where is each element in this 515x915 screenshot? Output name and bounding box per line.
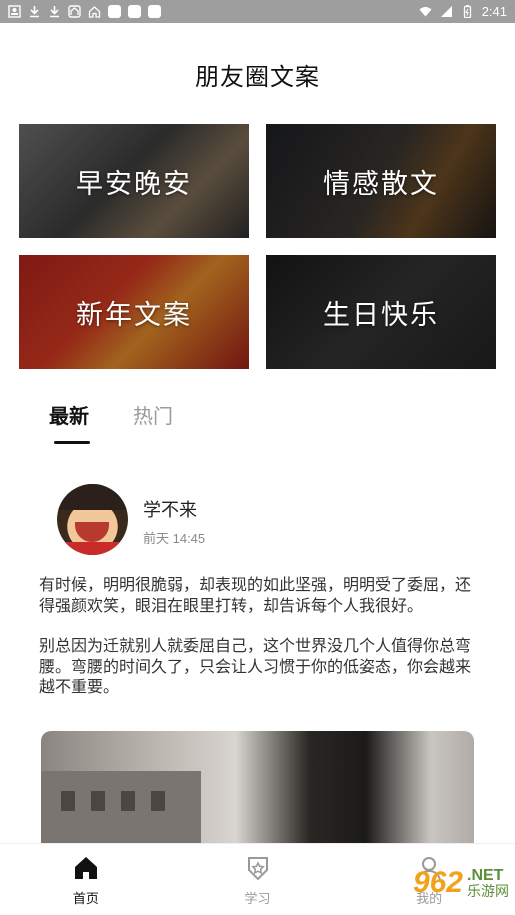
app-icon bbox=[128, 5, 141, 18]
nav-label: 学习 bbox=[244, 892, 271, 907]
watermark-number: 962 bbox=[412, 866, 463, 899]
image-window bbox=[61, 791, 75, 811]
post-body: 有时候，明明很脆弱，却表现的如此坚强，明明受了委屈，还得强颜欢笑，眼泪在眼里打转… bbox=[39, 575, 479, 718]
category-card-emotional-prose[interactable]: 情感散文 bbox=[266, 124, 496, 238]
status-bar: 2:41 bbox=[0, 0, 515, 23]
download-icon bbox=[30, 6, 39, 18]
image-icon bbox=[8, 5, 21, 18]
avatar[interactable] bbox=[57, 484, 128, 555]
status-time: 2:41 bbox=[481, 4, 507, 19]
image-window bbox=[151, 791, 165, 811]
tab-latest[interactable]: 最新 bbox=[49, 400, 89, 429]
watermark-cn: 乐游网 bbox=[467, 883, 509, 899]
category-label: 生日快乐 bbox=[323, 299, 439, 331]
nav-home[interactable]: 首页 bbox=[0, 844, 172, 915]
post-username[interactable]: 学不来 bbox=[143, 496, 197, 522]
post-image[interactable] bbox=[41, 731, 474, 861]
wifi-icon bbox=[419, 7, 432, 17]
image-window bbox=[91, 791, 105, 811]
category-label: 情感散文 bbox=[323, 168, 439, 200]
shield-star-icon bbox=[247, 857, 268, 881]
app-icon bbox=[108, 5, 121, 18]
watermark-logo: 962 .NET 乐游网 bbox=[413, 866, 509, 900]
page-title: 朋友圈文案 bbox=[195, 63, 320, 91]
post-timestamp: 前天 14:45 bbox=[143, 531, 206, 546]
battery-icon bbox=[463, 5, 471, 18]
tab-hot[interactable]: 热门 bbox=[133, 400, 173, 429]
signal-icon bbox=[440, 6, 452, 17]
app-icon bbox=[148, 5, 161, 18]
avatar-hat bbox=[57, 484, 128, 510]
avatar-mouth bbox=[75, 522, 109, 542]
app-icon bbox=[68, 5, 81, 18]
download-icon bbox=[50, 6, 59, 18]
post-paragraph: 别总因为迁就别人就委屈自己，这个世界没几个人值得你总弯腰。弯腰的时间久了，只会让… bbox=[39, 636, 472, 696]
category-card-new-year[interactable]: 新年文案 bbox=[19, 255, 249, 369]
home-icon bbox=[74, 857, 97, 879]
home-icon bbox=[88, 6, 101, 18]
category-label: 新年文案 bbox=[76, 299, 192, 331]
status-right-icons: 2:41 bbox=[419, 4, 507, 19]
watermark-text-group: .NET 乐游网 bbox=[467, 867, 509, 899]
feed-tabs: 最新 热门 bbox=[49, 400, 173, 429]
nav-study[interactable]: 学习 bbox=[172, 844, 344, 915]
category-card-good-morning[interactable]: 早安晚安 bbox=[19, 124, 249, 238]
nav-label: 首页 bbox=[72, 892, 99, 907]
avatar-shirt bbox=[57, 542, 128, 555]
status-left-icons bbox=[8, 5, 161, 18]
watermark-net: .NET bbox=[467, 867, 504, 884]
active-tab-indicator bbox=[54, 441, 90, 444]
category-card-birthday[interactable]: 生日快乐 bbox=[266, 255, 496, 369]
post-paragraph: 有时候，明明很脆弱，却表现的如此坚强，明明受了委屈，还得强颜欢笑，眼泪在眼里打转… bbox=[39, 575, 472, 615]
image-window bbox=[121, 791, 135, 811]
category-label: 早安晚安 bbox=[76, 168, 192, 200]
